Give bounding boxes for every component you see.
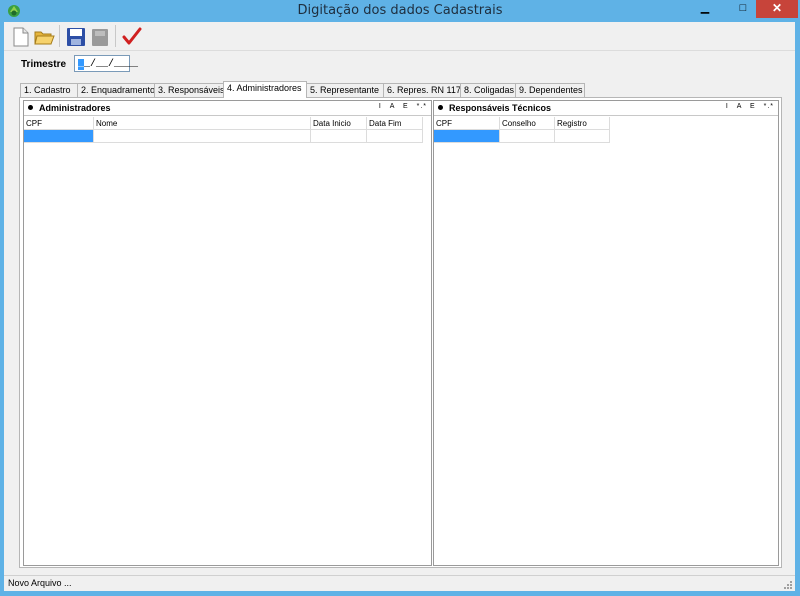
panel-actions: I A E *.*	[376, 103, 427, 110]
trimestre-label: Trimestre	[21, 59, 67, 70]
panel-header: Responsáveis Técnicos I A E *.*	[434, 101, 778, 116]
column-header-cpf[interactable]: CPF	[434, 117, 500, 130]
panel-actions: I A E *.*	[723, 103, 774, 110]
close-button[interactable]: ✕	[756, 0, 798, 18]
alter-button[interactable]: A	[390, 103, 395, 110]
bullet-icon	[438, 105, 443, 110]
cell-cpf[interactable]	[434, 130, 500, 143]
insert-button[interactable]: I	[726, 103, 729, 110]
all-button[interactable]: *.*	[764, 103, 774, 110]
column-header-conselho[interactable]: Conselho	[500, 117, 555, 130]
title-bar[interactable]: Digitação dos dados Cadastrais ▁ □ ✕	[0, 0, 800, 22]
delete-button[interactable]: E	[750, 103, 756, 110]
cell-data-inicio[interactable]	[311, 130, 367, 143]
new-file-icon[interactable]	[10, 26, 32, 48]
responsaveis-tecnicos-panel: Responsáveis Técnicos I A E *.* CPF Cons…	[433, 100, 779, 566]
toolbar	[4, 22, 795, 51]
bullet-icon	[28, 105, 33, 110]
toolbar-separator	[115, 25, 116, 47]
tab-representante[interactable]: 5. Representante	[306, 83, 384, 97]
client-area: Trimestre __/__/____ 1. Cadastro 2. Enqu…	[4, 22, 795, 591]
column-header-data-fim[interactable]: Data Fim	[367, 117, 423, 130]
column-header-registro[interactable]: Registro	[555, 117, 610, 130]
confirm-check-icon[interactable]	[121, 26, 143, 48]
all-button[interactable]: *.*	[417, 103, 427, 110]
minimize-button[interactable]: ▁	[692, 0, 718, 18]
cell-cpf[interactable]	[24, 130, 94, 143]
maximize-button[interactable]: □	[730, 0, 756, 18]
disabled-save-icon[interactable]	[89, 26, 111, 48]
toolbar-separator	[59, 25, 60, 47]
cell-nome[interactable]	[94, 130, 311, 143]
status-bar: Novo Arquivo ...	[4, 575, 795, 591]
window-title: Digitação dos dados Cadastrais	[297, 3, 503, 18]
administradores-panel: Administradores I A E *.* CPF Nome Data …	[23, 100, 432, 566]
save-icon[interactable]	[65, 26, 87, 48]
tab-coligadas[interactable]: 8. Coligadas	[460, 83, 516, 97]
cell-data-fim[interactable]	[367, 130, 423, 143]
application-window: Digitação dos dados Cadastrais ▁ □ ✕ Tri…	[0, 0, 800, 596]
tab-panel: Administradores I A E *.* CPF Nome Data …	[19, 97, 782, 568]
tab-responsaveis[interactable]: 3. Responsáveis	[154, 83, 225, 97]
tab-dependentes[interactable]: 9. Dependentes	[515, 83, 585, 97]
panel-title: Administradores	[39, 103, 111, 113]
column-header-data-inicio[interactable]: Data Inicio	[311, 117, 367, 130]
tab-repres-rn-117[interactable]: 6. Repres. RN 117	[383, 83, 461, 97]
trimestre-mask: _/__/____	[84, 59, 139, 70]
alter-button[interactable]: A	[737, 103, 742, 110]
insert-button[interactable]: I	[379, 103, 382, 110]
column-header-nome[interactable]: Nome	[94, 117, 311, 130]
tab-administradores[interactable]: 4. Administradores	[223, 81, 307, 98]
tab-cadastro[interactable]: 1. Cadastro	[20, 83, 78, 97]
status-text: Novo Arquivo ...	[8, 578, 72, 588]
cell-conselho[interactable]	[500, 130, 555, 143]
open-folder-icon[interactable]	[33, 26, 55, 48]
panel-title: Responsáveis Técnicos	[449, 103, 552, 113]
delete-button[interactable]: E	[403, 103, 409, 110]
resize-grip-icon[interactable]	[783, 580, 793, 590]
tab-enquadramento[interactable]: 2. Enquadramento	[77, 83, 155, 97]
cell-registro[interactable]	[555, 130, 610, 143]
column-header-cpf[interactable]: CPF	[24, 117, 94, 130]
panel-header: Administradores I A E *.*	[24, 101, 431, 116]
trimestre-input[interactable]: __/__/____	[74, 55, 138, 72]
